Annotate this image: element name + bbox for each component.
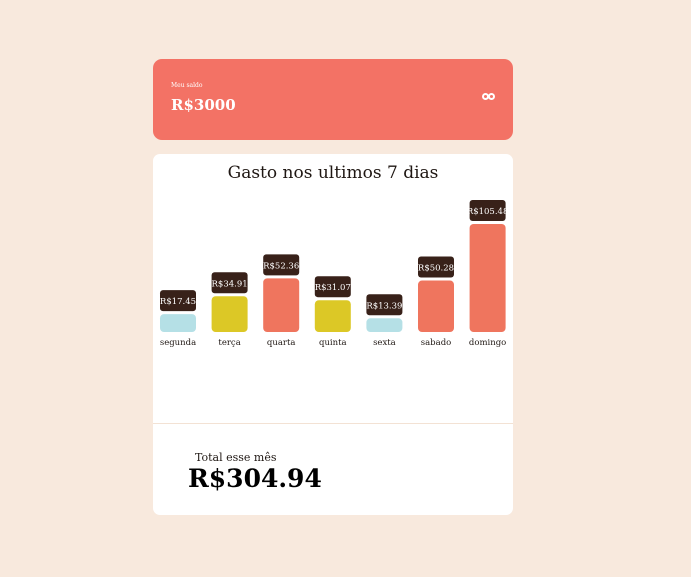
bar-quinta[interactable] bbox=[314, 300, 351, 332]
day-label-sexta: sexta bbox=[373, 338, 396, 348]
value-label-quarta: R$52.36 bbox=[263, 261, 299, 271]
day-label-sabado: sabado bbox=[421, 338, 452, 348]
value-label-sexta: R$13.39 bbox=[366, 301, 402, 311]
value-label-domingo: R$105.48 bbox=[467, 207, 509, 217]
day-label-quinta: quinta bbox=[319, 338, 347, 348]
spending-bar-chart: R$17.45 segunda R$34.91 terça R$52.36 quarta R… bbox=[160, 200, 509, 348]
balance-card: Meu saldo R$3000 bbox=[153, 59, 513, 140]
total-label: Total esse mês bbox=[195, 451, 277, 464]
value-label-segunda: R$17.45 bbox=[160, 297, 196, 307]
spending-chart-card: Gasto nos ultimos 7 dias R$17.45 segunda R… bbox=[153, 154, 513, 515]
bar-sexta[interactable] bbox=[366, 318, 403, 332]
bar-quarta[interactable] bbox=[263, 278, 300, 332]
day-label-segunda: segunda bbox=[160, 338, 196, 348]
value-label-terça: R$34.91 bbox=[212, 279, 248, 289]
divider bbox=[153, 423, 513, 424]
total-value: R$304.94 bbox=[188, 464, 322, 493]
bar-terça[interactable] bbox=[211, 296, 248, 332]
day-label-domingo: domingo bbox=[469, 338, 506, 348]
balance-value: R$3000 bbox=[171, 96, 236, 114]
value-label-sabado: R$50.28 bbox=[418, 264, 454, 274]
balance-label: Meu saldo bbox=[171, 82, 203, 89]
bar-sabado[interactable] bbox=[418, 280, 454, 332]
value-label-quinta: R$31.07 bbox=[315, 283, 351, 293]
day-label-quarta: quarta bbox=[267, 338, 296, 348]
two-circles-logo-icon bbox=[482, 93, 496, 103]
day-label-terça: terça bbox=[218, 338, 240, 348]
bar-segunda[interactable] bbox=[160, 314, 196, 332]
bar-domingo[interactable] bbox=[469, 224, 506, 332]
